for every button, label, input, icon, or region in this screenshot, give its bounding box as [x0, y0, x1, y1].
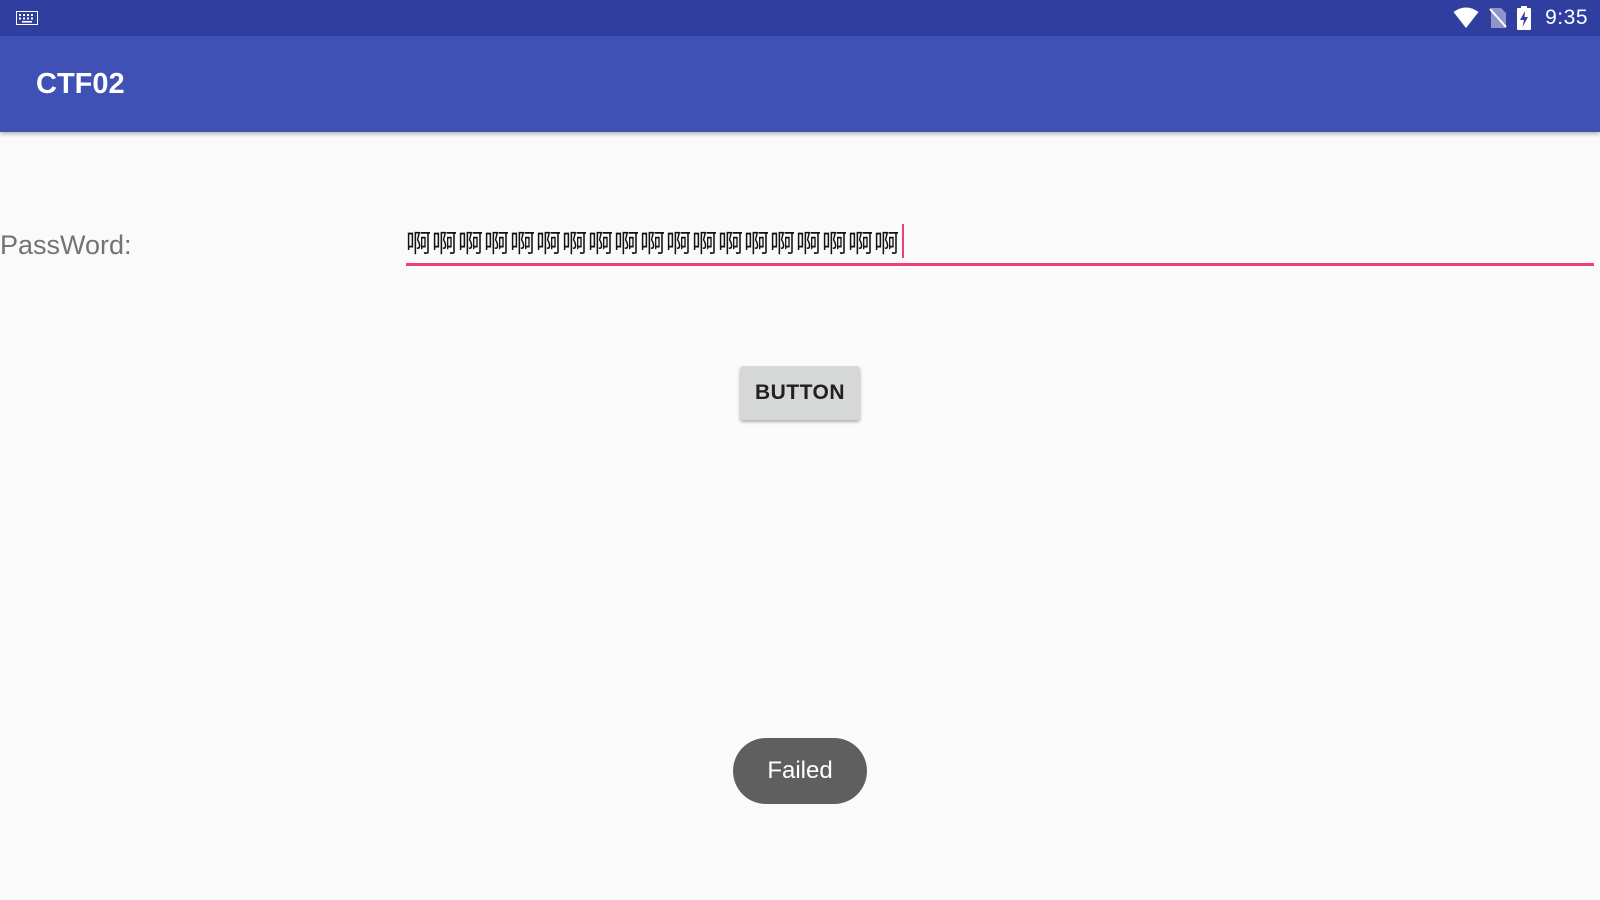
password-label: PassWord:	[0, 230, 132, 260]
password-input-text[interactable]: 啊啊啊啊啊啊啊啊啊啊啊啊啊啊啊啊啊啊啊	[406, 224, 905, 262]
password-value: 啊啊啊啊啊啊啊啊啊啊啊啊啊啊啊啊啊啊啊	[406, 230, 901, 258]
no-sim-icon	[1489, 8, 1507, 28]
app-bar: CTF02	[0, 36, 1600, 132]
password-input[interactable]: 啊啊啊啊啊啊啊啊啊啊啊啊啊啊啊啊啊啊啊	[406, 222, 1594, 266]
wifi-icon	[1453, 7, 1479, 28]
status-icons: 9:35	[1453, 0, 1588, 36]
toast-message: Failed	[733, 738, 867, 804]
keyboard-icon	[16, 11, 38, 25]
status-bar: 9:35	[0, 0, 1600, 36]
submit-button[interactable]: BUTTON	[740, 366, 860, 420]
battery-charging-icon	[1517, 6, 1532, 30]
status-clock: 9:35	[1545, 6, 1588, 29]
text-cursor	[902, 224, 905, 258]
app-title: CTF02	[36, 68, 125, 100]
